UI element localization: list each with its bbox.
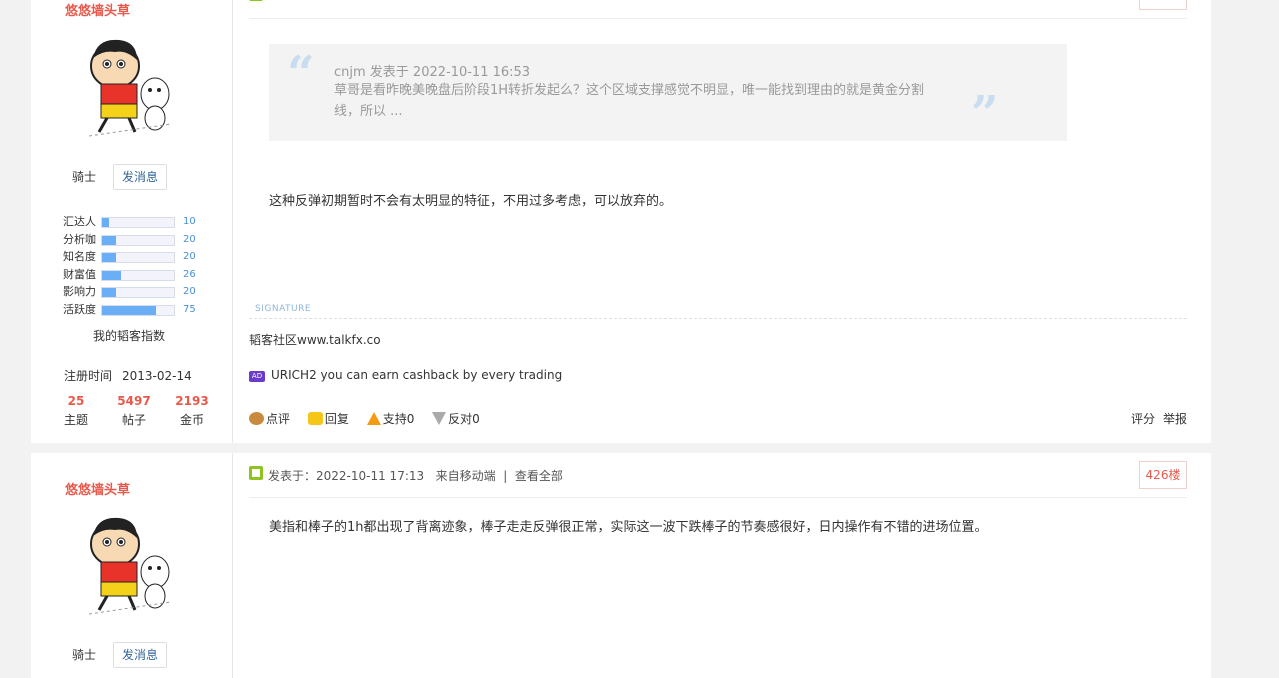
support-label: 支持0 xyxy=(382,412,415,426)
rate-button[interactable]: 评分 xyxy=(1131,412,1155,426)
report-button[interactable]: 举报 xyxy=(1163,412,1187,426)
stat-bar-fill xyxy=(102,253,117,262)
stat-label: 分析咖 xyxy=(63,233,96,246)
post-date: 发表于：2022-10-11 17:13 xyxy=(268,469,425,483)
comment-label: 点评 xyxy=(266,412,291,426)
user-sidebar: 悠悠墙头草 骑士 发消息 汇达人 10 分析咖 20 知名度 20 财富值 26… xyxy=(31,0,233,443)
count-label: 金币 xyxy=(179,413,204,427)
post-content: 这种反弹初期暂时不会有太明显的特征，不用过多考虑，可以放弃的。 xyxy=(269,194,673,209)
signature-label: SIGNATURE xyxy=(255,304,312,314)
post-header: 发表于：2022-10-11 17:13 来自移动端 | 查看全部 426楼 xyxy=(249,453,1187,498)
count-label: 主题 xyxy=(63,413,88,427)
stat-bar-fill xyxy=(102,218,110,227)
ad-text: URICH2 you can earn cashback by every tr… xyxy=(271,368,563,382)
comment-button[interactable]: 点评 xyxy=(249,410,290,427)
count-value: 2193 xyxy=(175,394,209,408)
username-link[interactable]: 悠悠墙头草 xyxy=(65,479,130,498)
count-value: 5497 xyxy=(117,394,151,408)
signature-text: 韬客社区www.talkfx.co xyxy=(249,333,381,347)
post-main: 发表于：2022-10-11 17:13 来自移动端 | 查看全部 426楼 美… xyxy=(249,453,1187,678)
stat-label: 知名度 xyxy=(63,250,96,263)
count-value: 25 xyxy=(67,394,85,408)
post-actions-right: 评分 举报 xyxy=(1123,410,1187,427)
avatar[interactable] xyxy=(75,32,185,142)
stat-label: 影响力 xyxy=(63,285,96,298)
count-label: 帖子 xyxy=(121,413,146,427)
thumb-down-icon xyxy=(432,412,447,425)
index-title-link[interactable]: 我的韬客指数 xyxy=(93,327,165,344)
stat-bar-fill xyxy=(102,288,117,297)
post-content: 美指和棒子的1h都出现了背离迹象，棒子走走反弹很正常，实际这一波下跌棒子的节奏感… xyxy=(269,520,988,535)
post-source: 来自移动端 xyxy=(435,469,496,483)
stat-bar xyxy=(101,287,175,298)
ad-badge-icon: AD xyxy=(249,371,265,382)
post-425: 悠悠墙头草 骑士 发消息 汇达人 10 分析咖 20 知名度 20 财富值 26… xyxy=(31,0,1211,443)
post-426: 悠悠墙头草 骑士 发消息 发表于：2022-10-11 17:13 来自移动端 … xyxy=(31,453,1211,678)
reg-label: 注册时间 xyxy=(64,369,113,383)
quote-block: “ cnjm 发表于 2022-10-11 16:53 草哥是看昨晚美晚盘后阶段… xyxy=(269,44,1067,142)
registration-info: 注册时间 2013-02-14 xyxy=(64,367,192,384)
stat-bar xyxy=(101,217,175,228)
stat-value: 20 xyxy=(183,251,196,262)
post-meta: 发表于：2022-10-11 17:13 来自移动端 | 查看全部 xyxy=(268,469,563,483)
stat-bar xyxy=(101,235,175,246)
stat-value: 75 xyxy=(183,304,196,315)
user-sidebar: 悠悠墙头草 骑士 发消息 xyxy=(31,453,233,678)
username-link[interactable]: 悠悠墙头草 xyxy=(65,0,130,19)
send-message-button[interactable]: 发消息 xyxy=(113,164,167,190)
view-all-link[interactable]: 查看全部 xyxy=(515,469,563,483)
reply-icon xyxy=(307,412,323,425)
floor-number[interactable]: 426楼 xyxy=(1139,461,1187,489)
stat-value: 10 xyxy=(183,216,196,227)
post-main: “ cnjm 发表于 2022-10-11 16:53 草哥是看昨晚美晚盘后阶段… xyxy=(249,0,1187,443)
online-status-icon xyxy=(249,466,263,480)
comment-icon xyxy=(249,412,264,425)
stat-label: 汇达人 xyxy=(63,215,96,228)
user-rank: 骑士 xyxy=(72,648,97,662)
stat-value: 20 xyxy=(183,286,196,297)
signature-divider xyxy=(249,318,1187,319)
support-button[interactable]: 支持0 xyxy=(366,410,415,427)
stat-bar-fill xyxy=(102,306,156,315)
count-coins[interactable]: 2193 金币 xyxy=(167,394,217,428)
online-status-icon xyxy=(249,0,263,1)
reg-date: 2013-02-14 xyxy=(122,369,192,383)
count-posts[interactable]: 5497 帖子 xyxy=(109,394,159,428)
count-threads[interactable]: 25 主题 xyxy=(51,394,101,428)
oppose-label: 反对0 xyxy=(448,412,480,426)
close-quote-icon: ” xyxy=(971,86,999,142)
post-header xyxy=(249,0,1187,19)
reply-button[interactable]: 回复 xyxy=(307,410,349,427)
stat-label: 财富值 xyxy=(63,268,96,281)
reply-label: 回复 xyxy=(324,412,349,426)
user-rank: 骑士 xyxy=(72,170,97,184)
stat-bar xyxy=(101,305,175,316)
stat-bar-fill xyxy=(102,271,121,280)
quote-meta: cnjm 发表于 2022-10-11 16:53 xyxy=(334,65,531,80)
stat-bar xyxy=(101,270,175,281)
stat-label: 活跃度 xyxy=(63,303,96,316)
floor-number[interactable] xyxy=(1139,0,1187,10)
stat-bar-fill xyxy=(102,236,117,245)
ad-link[interactable]: AD URICH2 you can earn cashback by every … xyxy=(249,368,562,382)
stat-bar xyxy=(101,252,175,263)
avatar[interactable] xyxy=(75,510,185,620)
open-quote-icon: “ xyxy=(287,46,315,102)
thumb-up-icon xyxy=(366,412,381,425)
post-actions: 点评 回复 支持0 反对0 xyxy=(249,410,494,427)
oppose-button[interactable]: 反对0 xyxy=(432,410,480,427)
stat-value: 20 xyxy=(183,234,196,245)
quote-body: 草哥是看昨晚美晚盘后阶段1H转折发起么？这个区域支撑感觉不明显，唯一能找到理由的… xyxy=(334,83,925,119)
send-message-button[interactable]: 发消息 xyxy=(113,642,167,668)
stat-value: 26 xyxy=(183,269,196,280)
